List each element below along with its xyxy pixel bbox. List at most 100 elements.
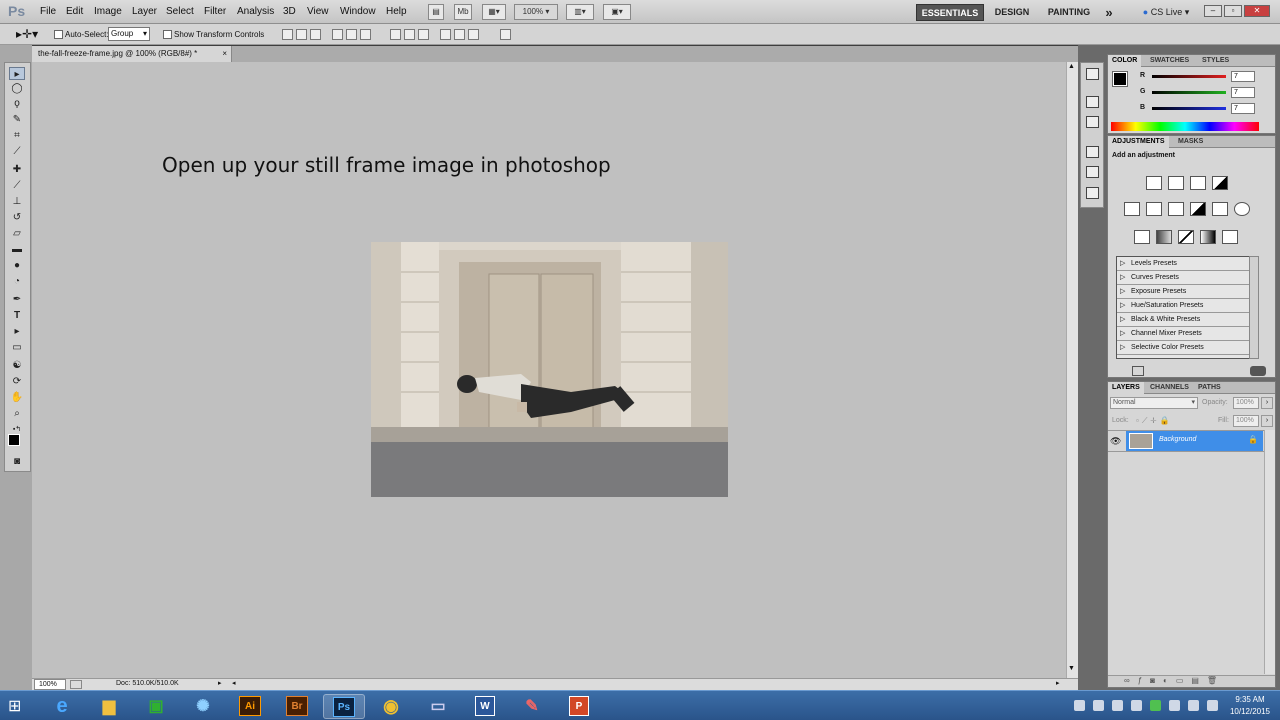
status-info-icon[interactable]	[70, 680, 82, 689]
tab-masks[interactable]: MASKS	[1174, 136, 1207, 148]
tray-icon-3[interactable]	[1112, 700, 1123, 711]
brush-tool-icon[interactable]: ⟋	[9, 179, 25, 192]
menu-help[interactable]: Help	[386, 6, 407, 17]
preset-black-white[interactable]: Black & White Presets	[1117, 313, 1249, 327]
document-image[interactable]	[371, 242, 728, 497]
brushes-panel-icon[interactable]	[1086, 166, 1099, 178]
photo-filter-adjustment-icon[interactable]	[1212, 202, 1228, 216]
menu-layer[interactable]: Layer	[132, 6, 157, 17]
taskbar-photoshop-icon[interactable]: Ps	[323, 694, 365, 719]
eyedropper-tool-icon[interactable]: ⟋	[9, 145, 25, 158]
3d-rotate-tool-icon[interactable]: ☯	[9, 359, 25, 372]
blend-mode-dropdown[interactable]: Normal ▾	[1110, 397, 1198, 409]
menu-filter[interactable]: Filter	[204, 6, 226, 17]
tray-icon-1[interactable]	[1074, 700, 1085, 711]
presets-scrollbar[interactable]	[1249, 256, 1259, 359]
history-panel-icon[interactable]	[1086, 96, 1099, 108]
fill-slider-toggle[interactable]: ›	[1261, 415, 1273, 427]
crop-tool-icon[interactable]: ⌗	[9, 129, 25, 142]
move-tool-icon[interactable]: ▸	[9, 67, 25, 80]
menu-edit[interactable]: Edit	[66, 6, 83, 17]
align-bottom-icon[interactable]	[310, 29, 321, 40]
color-balance-adjustment-icon[interactable]	[1168, 202, 1184, 216]
lasso-tool-icon[interactable]: ϙ	[9, 97, 25, 110]
taskbar-store-icon[interactable]: ▣	[135, 694, 177, 719]
auto-align-icon[interactable]	[500, 29, 511, 40]
path-selection-tool-icon[interactable]: ▸	[9, 325, 25, 338]
tab-adjustments[interactable]: ADJUSTMENTS	[1108, 136, 1169, 148]
taskbar-powerpoint-icon[interactable]: P	[558, 694, 600, 719]
tab-channels[interactable]: CHANNELS	[1146, 382, 1193, 394]
hscroll-right-icon[interactable]: ▸	[1056, 679, 1060, 687]
black-white-adjustment-icon[interactable]	[1190, 202, 1206, 216]
canvas-area[interactable]: Open up your still frame image in photos…	[32, 62, 1066, 678]
tab-styles[interactable]: STYLES	[1198, 55, 1233, 67]
move-tool-preset-icon[interactable]: ▸✛▾	[16, 27, 38, 41]
menu-3d[interactable]: 3D	[283, 6, 296, 17]
opacity-slider-toggle[interactable]: ›	[1261, 397, 1273, 409]
history-brush-tool-icon[interactable]: ↺	[9, 211, 25, 224]
clip-to-layer-icon[interactable]	[1132, 366, 1144, 376]
clone-source-panel-icon[interactable]	[1086, 187, 1099, 199]
hand-tool-icon[interactable]: ✋	[9, 391, 25, 404]
distribute-vcenter-icon[interactable]	[404, 29, 415, 40]
invert-adjustment-icon[interactable]	[1134, 230, 1150, 244]
type-tool-icon[interactable]: T	[9, 309, 25, 322]
align-hcenter-icon[interactable]	[346, 29, 357, 40]
vertical-scrollbar[interactable]: ▲ ▼	[1066, 62, 1078, 678]
menu-file[interactable]: File	[40, 6, 56, 17]
taskbar-bridge-icon[interactable]: Br	[276, 694, 318, 719]
preset-levels[interactable]: Levels Presets	[1117, 257, 1249, 271]
channel-r-slider[interactable]	[1152, 75, 1226, 78]
distribute-hcenter-icon[interactable]	[454, 29, 465, 40]
taskbar-time[interactable]: 9:35 AM	[1224, 695, 1276, 704]
tray-icon-2[interactable]	[1093, 700, 1104, 711]
cs-live-button[interactable]: ● CS Live ▾	[1136, 4, 1196, 21]
tray-icon-4[interactable]	[1131, 700, 1142, 711]
workspace-painting[interactable]: PAINTING	[1042, 4, 1096, 21]
auto-select-checkbox[interactable]	[54, 30, 63, 39]
curves-adjustment-icon[interactable]	[1190, 176, 1206, 190]
taskbar-file-explorer-icon[interactable]: ▆	[88, 694, 130, 719]
marquee-tool-icon[interactable]: ◯	[9, 82, 25, 95]
hscroll-left-icon[interactable]: ◂	[232, 679, 236, 687]
quick-mask-icon[interactable]: ◙	[9, 455, 25, 468]
channel-g-slider[interactable]	[1152, 91, 1226, 94]
channel-mixer-adjustment-icon[interactable]	[1234, 202, 1250, 216]
distribute-left-icon[interactable]	[440, 29, 451, 40]
menu-select[interactable]: Select	[166, 6, 194, 17]
dodge-tool-icon[interactable]: ◔	[9, 275, 25, 288]
gradient-tool-icon[interactable]: ▬	[9, 243, 25, 256]
tray-volume-icon[interactable]	[1207, 700, 1218, 711]
more-workspaces-button[interactable]: »	[1100, 4, 1118, 21]
auto-select-dropdown[interactable]: Group ▾	[108, 27, 150, 41]
shape-tool-icon[interactable]: ▭	[9, 341, 25, 354]
close-document-icon[interactable]: ×	[222, 46, 227, 62]
bridge-icon[interactable]: ▤	[428, 4, 444, 20]
adjustments-options-icon[interactable]	[1250, 366, 1266, 376]
show-transform-checkbox[interactable]	[163, 30, 172, 39]
tray-flag-icon[interactable]	[1188, 700, 1199, 711]
workspace-design[interactable]: DESIGN	[990, 4, 1034, 21]
document-tab[interactable]: the-fall-freeze-frame.jpg @ 100% (RGB/8#…	[32, 46, 232, 62]
preset-channel-mixer[interactable]: Channel Mixer Presets	[1117, 327, 1249, 341]
layers-scrollbar[interactable]	[1264, 430, 1275, 674]
brightness-adjustment-icon[interactable]	[1146, 176, 1162, 190]
color-spectrum-ramp[interactable]	[1111, 122, 1259, 131]
layer-row-background[interactable]: 👁 Background 🔒	[1108, 430, 1275, 452]
align-right-icon[interactable]	[360, 29, 371, 40]
scroll-up-icon[interactable]: ▲	[1068, 63, 1075, 70]
levels-adjustment-icon[interactable]	[1168, 176, 1184, 190]
hue-saturation-adjustment-icon[interactable]	[1146, 202, 1162, 216]
workspace-essentials[interactable]: ESSENTIALS	[916, 4, 984, 21]
tab-swatches[interactable]: SWATCHES	[1146, 55, 1193, 67]
actions-panel-icon[interactable]	[1086, 116, 1099, 128]
tab-layers[interactable]: LAYERS	[1108, 382, 1144, 394]
preset-selective-color[interactable]: Selective Color Presets	[1117, 341, 1249, 355]
channel-b-input[interactable]: 7	[1231, 103, 1255, 114]
opacity-input[interactable]: 100%	[1233, 397, 1259, 409]
channel-b-slider[interactable]	[1152, 107, 1226, 110]
minimize-button[interactable]: –	[1204, 5, 1222, 17]
tab-paths[interactable]: PATHS	[1194, 382, 1225, 394]
vibrance-adjustment-icon[interactable]	[1124, 202, 1140, 216]
